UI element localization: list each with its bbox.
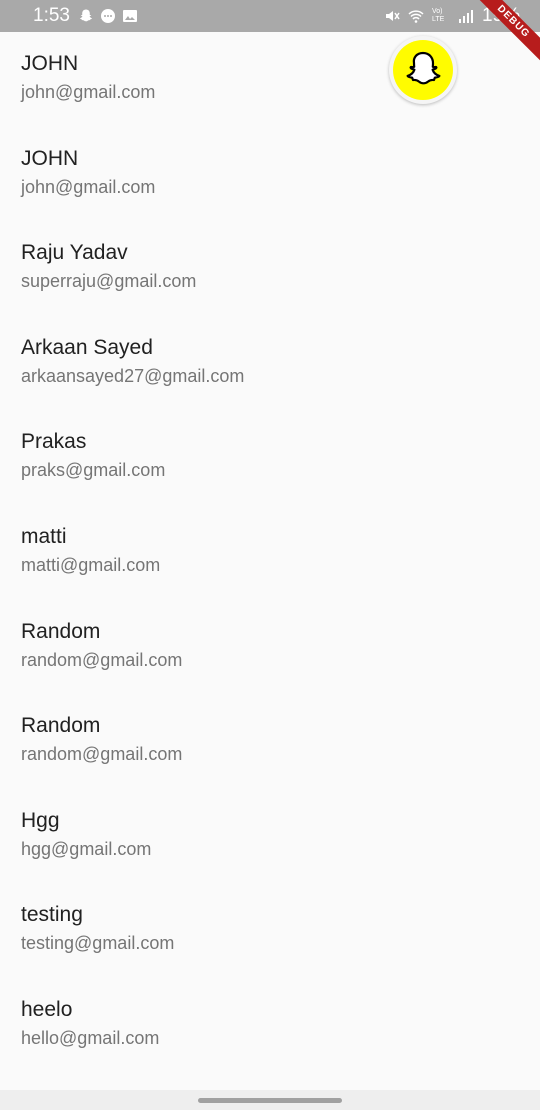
- list-item[interactable]: testing testing@gmail.com: [0, 883, 540, 978]
- list-item[interactable]: Prakas praks@gmail.com: [0, 410, 540, 505]
- user-name: JOHN: [21, 146, 79, 170]
- user-name: Raju Yadav: [21, 241, 128, 265]
- volte-icon: Vo) LTE: [431, 8, 445, 23]
- user-name: testing: [21, 903, 83, 927]
- user-email: arkaansayed27@gmail.com: [21, 365, 245, 386]
- message-icon: [101, 9, 115, 23]
- user-email: john@gmail.com: [21, 176, 156, 197]
- user-name: Hgg: [21, 808, 60, 832]
- user-list: JOHN john@gmail.com JOHN john@gmail.com …: [0, 32, 540, 1073]
- list-item[interactable]: Raju Yadav superraju@gmail.com: [0, 221, 540, 316]
- list-item[interactable]: Arkaan Sayed arkaansayed27@gmail.com: [0, 316, 540, 411]
- user-email: praks@gmail.com: [21, 460, 166, 481]
- status-bar: 1:53 Vo) LTE 19%: [0, 0, 540, 32]
- user-email: john@gmail.com: [21, 82, 156, 102]
- user-email: hgg@gmail.com: [21, 838, 152, 859]
- user-name: matti: [21, 524, 67, 548]
- user-name: heelo: [21, 997, 73, 1021]
- user-name: JOHN: [21, 52, 79, 75]
- user-name: Prakas: [21, 430, 87, 454]
- snapchat-button[interactable]: [389, 36, 457, 104]
- user-email: superraju@gmail.com: [21, 271, 197, 292]
- snapchat-notification-icon: [79, 9, 93, 22]
- list-item[interactable]: JOHN john@gmail.com: [0, 127, 540, 222]
- list-item[interactable]: Random random@gmail.com: [0, 694, 540, 789]
- list-item[interactable]: JOHN john@gmail.com: [0, 32, 540, 127]
- user-email: random@gmail.com: [21, 649, 183, 670]
- user-email: hello@gmail.com: [21, 1027, 160, 1048]
- list-item[interactable]: Random random@gmail.com: [0, 600, 540, 695]
- user-name: Random: [21, 619, 101, 643]
- wifi-icon: [408, 10, 424, 23]
- user-name: Arkaan Sayed: [21, 335, 153, 359]
- navigation-bar: [0, 1090, 540, 1110]
- user-email: testing@gmail.com: [21, 933, 175, 954]
- user-email: random@gmail.com: [21, 744, 183, 765]
- signal-icon: [458, 10, 473, 23]
- user-name: Random: [21, 714, 101, 738]
- list-item[interactable]: matti matti@gmail.com: [0, 505, 540, 600]
- snapchat-button-face: [393, 40, 453, 100]
- status-time: 1:53: [33, 5, 70, 26]
- mute-icon: [385, 11, 400, 21]
- user-email: matti@gmail.com: [21, 554, 161, 575]
- status-notification-icons: [78, 8, 138, 24]
- list-item[interactable]: heelo hello@gmail.com: [0, 978, 540, 1073]
- snapchat-ghost-icon: [406, 51, 441, 85]
- home-gesture-handle[interactable]: [198, 1098, 342, 1103]
- list-item[interactable]: Hgg hgg@gmail.com: [0, 789, 540, 884]
- image-icon: [123, 10, 137, 22]
